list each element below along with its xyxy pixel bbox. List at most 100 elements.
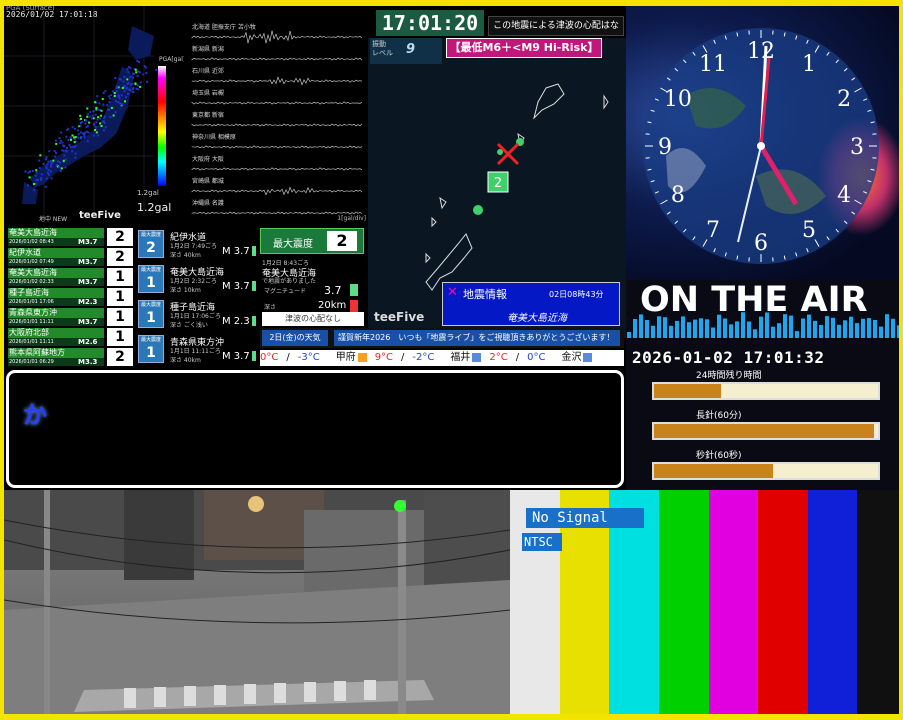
progress-bar bbox=[652, 462, 880, 480]
eq-bar bbox=[891, 318, 895, 338]
eq-bar bbox=[711, 327, 715, 338]
pga-dot bbox=[124, 100, 126, 103]
pga-dot bbox=[83, 136, 86, 139]
city-low: -2°C bbox=[412, 352, 435, 363]
eq-bar bbox=[789, 315, 793, 338]
pga-dot bbox=[122, 80, 125, 83]
close-icon: ✕ bbox=[447, 285, 458, 300]
eq-bar bbox=[657, 316, 661, 338]
live-camera bbox=[4, 490, 510, 714]
pga-dot bbox=[127, 71, 130, 73]
pga-dot bbox=[121, 87, 124, 89]
weather-city: 金沢 bbox=[561, 352, 616, 363]
pga-dot bbox=[84, 118, 87, 121]
waveform-row: 大阪府 大阪 bbox=[184, 154, 368, 176]
eq-bar bbox=[717, 314, 721, 338]
pga-dot bbox=[83, 131, 86, 134]
history-intensity: 1 bbox=[107, 328, 133, 346]
eq-bar bbox=[633, 319, 637, 338]
clock-number: 6 bbox=[754, 231, 768, 256]
pga-dot bbox=[112, 90, 115, 93]
pga-dot bbox=[55, 164, 58, 166]
card-date: 1月1日 17:06ごろ bbox=[170, 313, 221, 320]
eq-bar bbox=[807, 314, 811, 338]
weather-ticker: 2日(金)の天気 謹賀新年2026 いつも「地震ライブ」をご視聴頂きありがとうご… bbox=[260, 328, 624, 348]
eq-bar bbox=[885, 314, 889, 338]
brand-logo-2: teeFive bbox=[374, 310, 425, 324]
history-row: 青森県東方沖 2026/01/01 11:11 M3.7 1 bbox=[6, 306, 134, 326]
pga-dot bbox=[103, 116, 106, 119]
clock-number: 3 bbox=[850, 135, 864, 160]
pga-dot bbox=[99, 117, 102, 120]
waveform-row: 神奈川県 相模原 bbox=[184, 132, 368, 154]
clock-number: 2 bbox=[837, 87, 851, 112]
pga-dot bbox=[47, 160, 50, 163]
eq-bar bbox=[645, 320, 649, 338]
pga-dot bbox=[97, 108, 100, 111]
history-name: 紀伊水道 bbox=[8, 248, 104, 258]
pga-dot bbox=[53, 150, 56, 152]
pga-dot bbox=[101, 98, 104, 100]
epicenter-intensity: 2 bbox=[494, 176, 502, 191]
pga-dot bbox=[113, 95, 116, 97]
pga-dot bbox=[100, 114, 103, 117]
pga-dot bbox=[102, 129, 105, 132]
pga-dot bbox=[115, 85, 118, 88]
history-mag: M2.3 bbox=[78, 298, 98, 306]
pga-dot bbox=[55, 152, 57, 155]
ryukyu-map: 2 bbox=[425, 83, 609, 291]
pga-dot bbox=[28, 176, 31, 179]
eq-bar bbox=[687, 322, 691, 338]
history-row: 種子島近海 2026/01/01 17:06 M2.3 1 bbox=[6, 286, 134, 306]
temp-sep: / bbox=[401, 352, 405, 363]
eq-bar bbox=[693, 319, 697, 338]
eq-bar bbox=[855, 323, 859, 338]
quake-info-box: ✕ 地震情報 02日08時43分 奄美大島近海 bbox=[442, 282, 620, 326]
pga-dot bbox=[71, 150, 74, 153]
history-name: 熊本県阿蘇地方 bbox=[8, 348, 104, 358]
history-row: 大阪府北部 2026/01/01 11:11 M2.6 1 bbox=[6, 326, 134, 346]
history-name: 種子島近海 bbox=[8, 288, 104, 298]
pga-dot bbox=[146, 80, 149, 83]
waveform-row: 石川県 近郊 bbox=[184, 66, 368, 88]
eq-bar bbox=[867, 318, 871, 338]
pga-dot bbox=[82, 132, 84, 135]
eq-bar bbox=[741, 312, 745, 338]
pga-dot bbox=[110, 94, 113, 97]
eq-bar bbox=[723, 318, 727, 338]
pga-dot bbox=[108, 95, 111, 98]
pga-dot bbox=[95, 106, 98, 109]
pga-dot bbox=[94, 125, 97, 128]
pga-dot bbox=[126, 83, 129, 86]
pga-dot bbox=[99, 122, 102, 125]
pga-dot bbox=[50, 163, 53, 166]
pga-dot bbox=[84, 122, 87, 125]
badge-label: 最大震度 bbox=[140, 337, 161, 343]
pga-dot bbox=[135, 71, 138, 74]
history-name: 大阪府北部 bbox=[8, 328, 104, 338]
pga-dot bbox=[126, 87, 129, 90]
pga-dot bbox=[126, 68, 129, 71]
pga-dot bbox=[35, 171, 38, 174]
pga-dot bbox=[88, 121, 91, 124]
badge-value: 1 bbox=[146, 345, 156, 361]
test-pattern: No Signal NTSC bbox=[510, 490, 899, 714]
max-intensity: 最大震度 2 bbox=[260, 228, 364, 254]
eq-bar bbox=[825, 316, 829, 338]
history-name: 奄美大島近海 bbox=[8, 228, 104, 238]
color-bar bbox=[807, 490, 859, 714]
card-date: 1月2日 2:32ごろ bbox=[170, 278, 218, 285]
eq-bar bbox=[783, 314, 787, 338]
detail-magnitude: マグニチュード 3.7 bbox=[262, 284, 362, 297]
pga-dot bbox=[64, 166, 67, 169]
mag-label: マグニチュード bbox=[264, 288, 307, 295]
brand-logo: teeFive bbox=[79, 210, 121, 221]
pga-dot bbox=[134, 82, 137, 85]
eq-bar bbox=[795, 331, 799, 338]
pga-dot bbox=[34, 174, 37, 177]
eq-bar bbox=[735, 321, 739, 338]
progress-label: 長針(60分) bbox=[696, 411, 742, 421]
eq-bar bbox=[765, 312, 769, 338]
pga-dot bbox=[74, 156, 77, 159]
badge-label: 最大震度 bbox=[140, 232, 161, 238]
